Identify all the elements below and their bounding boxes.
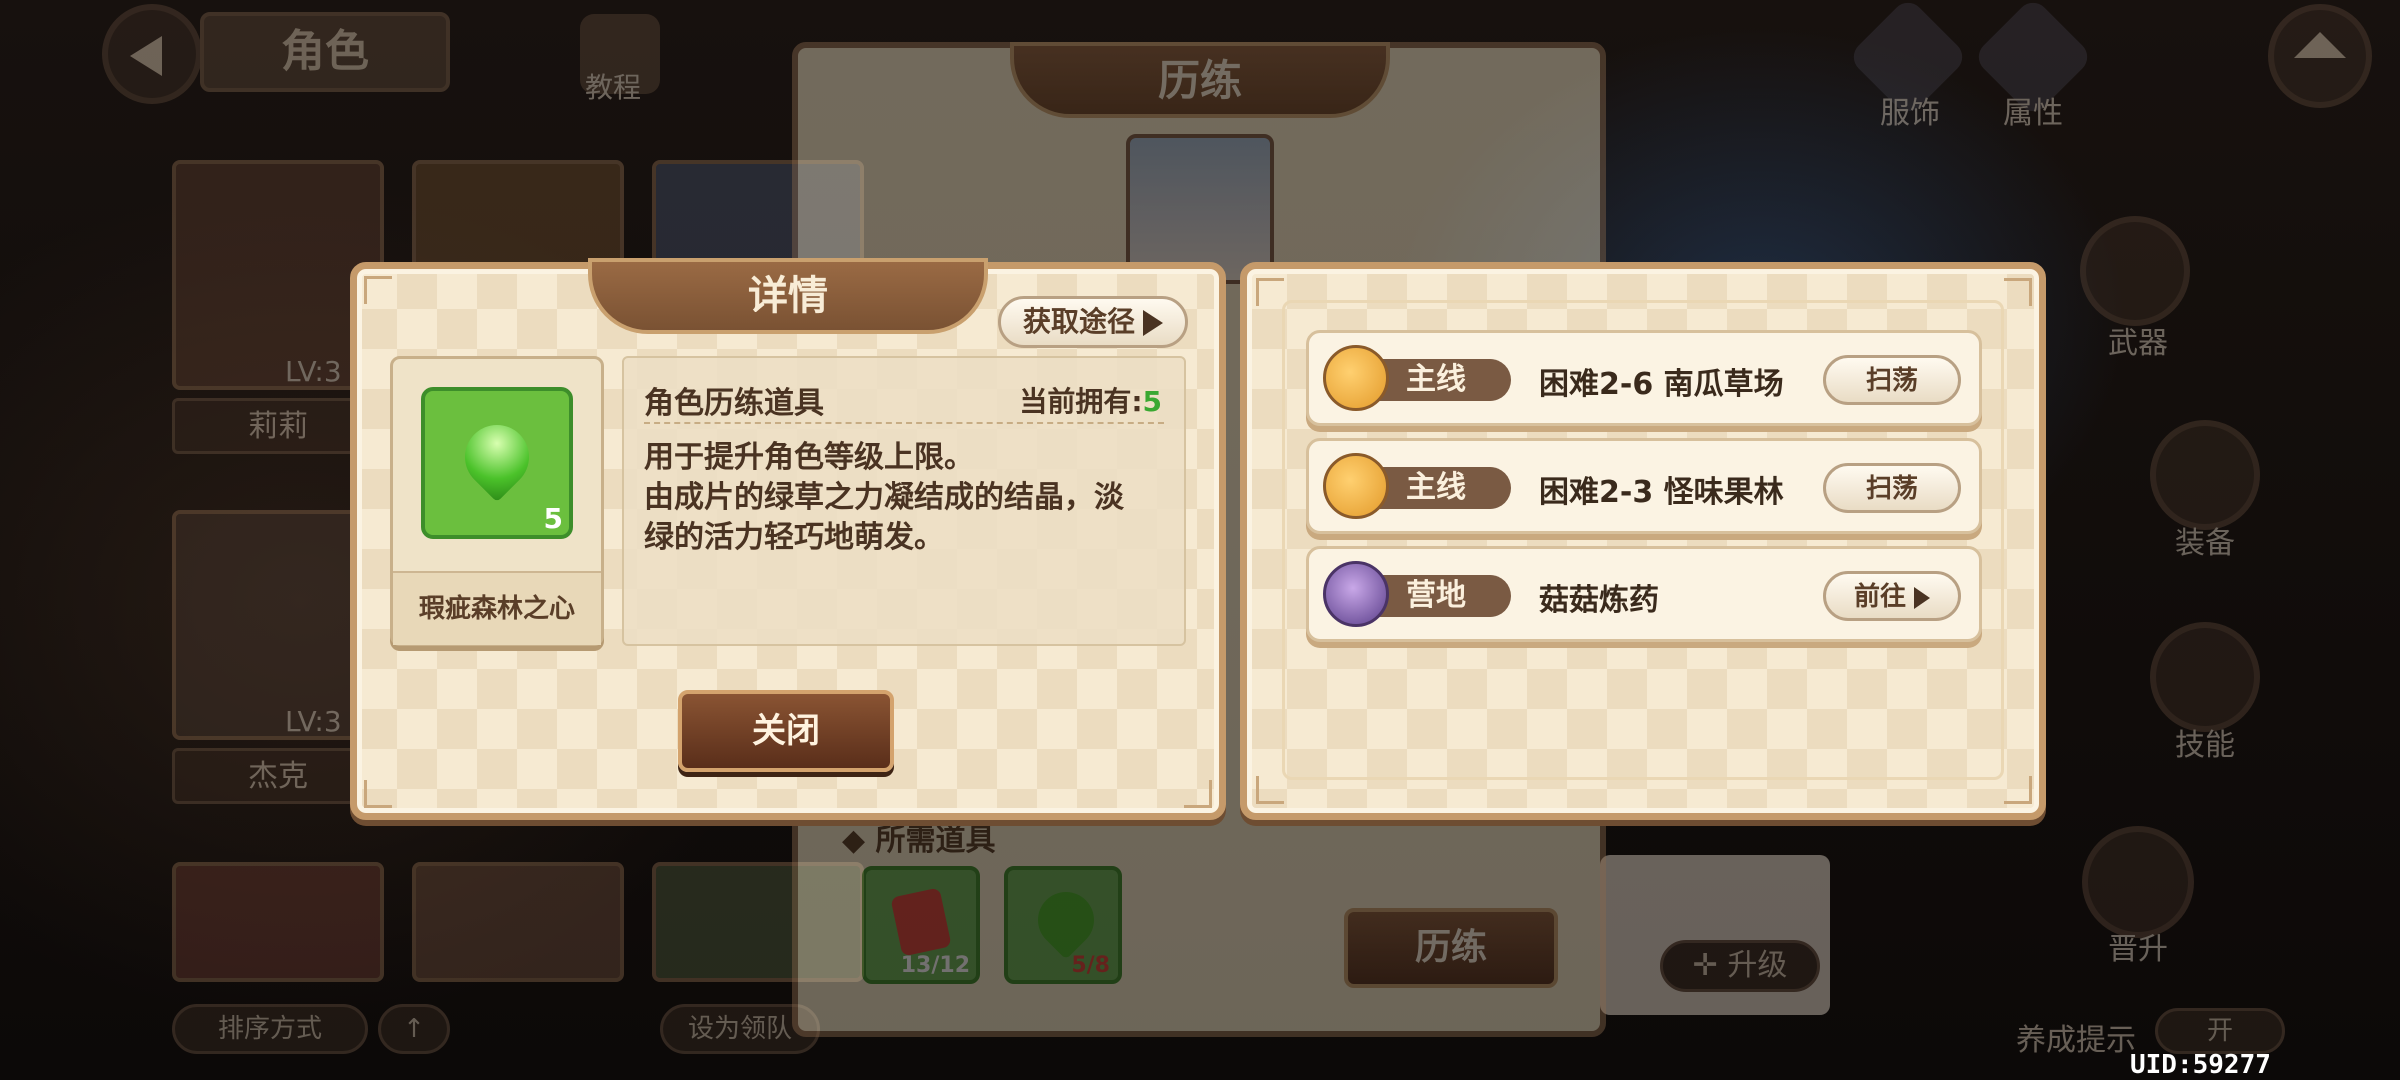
corner-ornament xyxy=(364,780,392,808)
promotion-label: 晋升 xyxy=(2108,932,2168,967)
sweep-button[interactable]: 扫荡 xyxy=(1823,463,1961,513)
sort-button[interactable]: 排序方式 xyxy=(172,1004,368,1054)
home-icon xyxy=(2294,32,2346,58)
source-row[interactable]: 主线 困难2-6 南瓜草场 扫荡 xyxy=(1306,330,1982,426)
tutorial-label: 教程 xyxy=(585,71,642,104)
equipment-icon[interactable] xyxy=(2150,420,2260,530)
character-card[interactable] xyxy=(172,862,384,982)
cat-face-icon xyxy=(1323,345,1389,411)
green-heart-gem-icon xyxy=(451,411,543,503)
divider xyxy=(644,422,1164,424)
detail-title: 详情 xyxy=(588,258,988,334)
page-title: 角色 xyxy=(200,12,450,92)
corner-ornament xyxy=(1256,776,1284,804)
item-category: 角色历练道具 xyxy=(644,386,824,421)
play-arrow-icon xyxy=(1914,586,1930,609)
corner-ornament xyxy=(1184,780,1212,808)
camp-character-icon xyxy=(1323,561,1389,627)
required-items-label: ◆ 所需道具 xyxy=(842,823,996,858)
training-title: 历练 xyxy=(1010,42,1390,118)
home-button[interactable] xyxy=(2268,4,2372,108)
goto-button[interactable]: 前往 xyxy=(1823,571,1961,621)
corner-ornament xyxy=(1256,278,1284,306)
train-button[interactable]: 历练 xyxy=(1344,908,1558,988)
corner-ornament xyxy=(2004,278,2032,306)
owned-count: 当前拥有:5 xyxy=(1019,385,1162,418)
upgrade-button[interactable]: ✛ 升级 xyxy=(1660,940,1820,992)
attribute-label: 属性 xyxy=(2003,96,2063,131)
corner-ornament xyxy=(2004,776,2032,804)
item-count: 5 xyxy=(543,502,563,535)
item-slot: 5 xyxy=(421,387,573,539)
sort-order-button[interactable]: ↑ xyxy=(378,1004,450,1054)
red-gem-icon xyxy=(890,887,952,957)
sweep-button[interactable]: 扫荡 xyxy=(1823,355,1961,405)
green-heart-icon xyxy=(1026,880,1106,960)
promotion-icon[interactable] xyxy=(2082,826,2194,938)
source-stage: 困难2-6 南瓜草场 xyxy=(1539,367,1784,402)
skill-label: 技能 xyxy=(2175,728,2235,763)
description-box: 角色历练道具 当前拥有:5 用于提升角色等级上限。 由成片的绿草之力凝结成的结晶… xyxy=(622,356,1186,646)
weapon-label: 武器 xyxy=(2108,326,2168,361)
source-stage: 菇菇炼药 xyxy=(1539,583,1659,618)
equipment-label: 装备 xyxy=(2175,526,2235,561)
source-row[interactable]: 主线 困难2-3 怪味果林 扫荡 xyxy=(1306,438,1982,534)
required-item-slot[interactable]: 5/8 xyxy=(1004,866,1122,984)
growth-hint-label: 养成提示 xyxy=(2016,1023,2136,1058)
item-card: 5 瑕疵森林之心 xyxy=(390,356,604,646)
close-button[interactable]: 关闭 xyxy=(678,690,894,772)
skill-icon[interactable] xyxy=(2150,622,2260,732)
acquire-route-button[interactable]: 获取途径 xyxy=(998,296,1188,348)
play-arrow-icon xyxy=(1143,310,1163,336)
corner-ornament xyxy=(364,276,392,304)
cat-face-icon xyxy=(1323,453,1389,519)
source-stage: 困难2-3 怪味果林 xyxy=(1539,475,1784,510)
character-level: LV:3 xyxy=(285,355,342,388)
character-level: LV:3 xyxy=(285,705,342,738)
item-count: 13/12 xyxy=(900,953,970,978)
costume-label: 服饰 xyxy=(1880,96,1940,131)
back-button[interactable] xyxy=(102,4,202,104)
weapon-icon[interactable] xyxy=(2080,216,2190,326)
character-card[interactable] xyxy=(412,862,624,982)
item-count: 5/8 xyxy=(1071,953,1110,978)
growth-hint-toggle[interactable]: 开 xyxy=(2155,1008,2285,1054)
uid-label: UID:59277 xyxy=(2130,1050,2271,1080)
item-name: 瑕疵森林之心 xyxy=(393,571,601,645)
source-row[interactable]: 营地 菇菇炼药 前往 xyxy=(1306,546,1982,642)
back-arrow-icon xyxy=(130,36,162,76)
item-description: 用于提升角色等级上限。 由成片的绿草之力凝结成的结晶，淡 绿的活力轻巧地萌发。 xyxy=(644,440,1124,555)
required-item-slot[interactable]: 13/12 xyxy=(862,866,980,984)
